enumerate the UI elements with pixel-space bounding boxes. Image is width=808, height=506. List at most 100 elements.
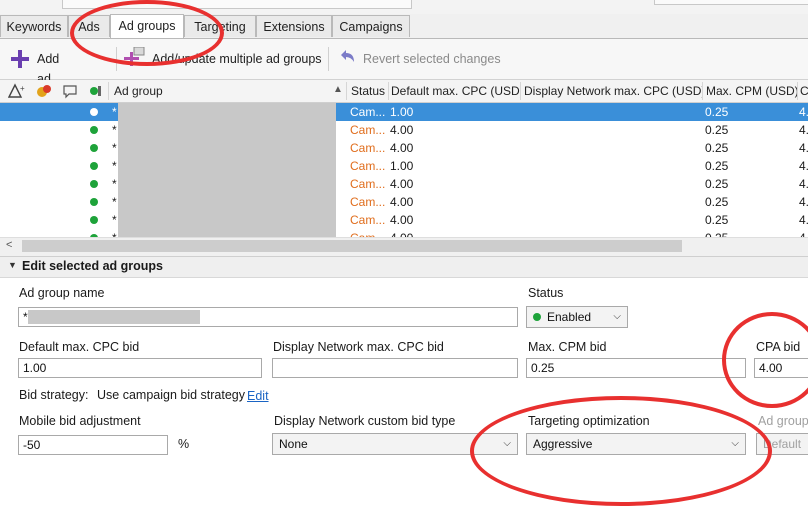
column-divider — [108, 82, 109, 100]
ad-group-name-cell: * — [112, 105, 117, 119]
status-cell: Cam... — [350, 213, 386, 227]
tab-ad-groups[interactable]: Ad groups — [110, 14, 184, 38]
default-cpc-cell: 4.00 — [390, 195, 414, 209]
status-dropdown-value: Enabled — [547, 310, 592, 324]
add-plus-icon — [11, 50, 29, 68]
error-sort-icon[interactable] — [36, 83, 52, 99]
status-cell: Cam... — [350, 195, 386, 209]
ad-group-name-cell: * — [112, 195, 117, 209]
undo-arrow-icon — [341, 50, 354, 62]
display-cpc-label: Display Network max. CPC bid — [273, 340, 444, 354]
default-cpc-cell: 1.00 — [390, 159, 414, 173]
scroll-left-icon[interactable]: < — [6, 239, 12, 251]
ad-group-partial-label: Ad group — [758, 414, 808, 428]
ad-group-name-cell: * — [112, 177, 117, 191]
targeting-optimization-label: Targeting optimization — [528, 414, 650, 428]
status-dot — [90, 144, 98, 152]
status-cell: Cam... — [350, 141, 386, 155]
sort-ascending-icon: ▲ — [333, 84, 343, 95]
default-cpc-label: Default max. CPC bid — [19, 340, 140, 354]
tab-targeting[interactable]: Targeting — [184, 15, 256, 37]
targeting-optimization-dropdown[interactable]: Aggressive ⌵ — [526, 433, 746, 455]
ad-group-name-cell: * — [112, 159, 117, 173]
display-custom-bid-value: None — [279, 437, 308, 451]
max-cpm-input[interactable]: 0.25 — [526, 358, 746, 378]
column-header-status[interactable]: Status — [351, 80, 389, 102]
status-cell: Cam... — [350, 123, 386, 137]
status-dropdown[interactable]: Enabled ⌵ — [526, 306, 628, 328]
enabled-dot-icon — [533, 313, 541, 321]
default-cpc-cell: 4.00 — [390, 141, 414, 155]
status-dot — [90, 162, 98, 170]
status-dot — [90, 126, 98, 134]
tab-keywords[interactable]: Keywords — [0, 15, 68, 37]
status-dot — [90, 108, 98, 116]
scrollbar-thumb[interactable] — [22, 240, 682, 252]
default-cpc-cell: 4.00 — [390, 229, 413, 237]
chevron-down-icon: ⌵ — [503, 438, 511, 449]
ad-group-name-cell: * — [112, 123, 117, 137]
svg-text:+: + — [20, 84, 25, 93]
chevron-down-icon: ⌵ — [731, 438, 739, 449]
warning-sort-icon[interactable]: + — [8, 83, 26, 99]
max-cpm-cell: 0.25 — [705, 195, 729, 209]
column-header-max-cpm[interactable]: Max. CPM (USD) — [706, 80, 798, 102]
column-header-overflow[interactable]: C — [800, 80, 808, 102]
max-cpm-value: 0.25 — [531, 361, 555, 375]
max-cpm-cell: 0.25 — [705, 141, 729, 155]
top-panel-box — [62, 0, 412, 9]
status-cell: Cam... — [350, 229, 385, 237]
default-cpc-cell: 1.00 — [390, 105, 414, 119]
ad-group-name-cell: * — [112, 229, 117, 237]
max-cpm-cell: 0.25 — [705, 177, 729, 191]
column-divider — [520, 82, 521, 100]
overflow-cell: 4. — [799, 105, 808, 119]
top-search-box[interactable] — [654, 0, 808, 5]
default-cpc-input[interactable]: 1.00 — [18, 358, 262, 378]
percent-sign: % — [178, 437, 190, 451]
overflow-cell: 4. — [799, 159, 808, 173]
comment-icon[interactable] — [62, 83, 78, 99]
overflow-cell: 4. — [799, 177, 808, 191]
column-divider — [702, 82, 703, 100]
tab-campaigns[interactable]: Campaigns — [332, 15, 410, 37]
max-cpm-cell: 0.25 — [705, 123, 729, 137]
column-header-display-cpc[interactable]: Display Network max. CPC (USD) — [524, 80, 702, 102]
ad-group-name-value: * — [23, 310, 28, 324]
bid-strategy-label: Bid strategy: — [19, 388, 89, 402]
revert-changes-label: Revert selected changes — [363, 52, 501, 66]
status-label: Status — [528, 286, 564, 300]
ad-group-partial-value: Default — [763, 437, 802, 451]
toolbar: Add ad group Add/update multiple ad grou… — [0, 39, 808, 106]
ad-group-partial-dropdown[interactable]: Default — [756, 433, 808, 455]
max-cpm-cell: 0.25 — [705, 213, 729, 227]
status-cell: Cam... — [350, 159, 386, 173]
status-cell: Cam... — [350, 105, 386, 119]
overflow-cell: 4. — [799, 195, 808, 209]
bulk-add-icon — [124, 47, 145, 66]
status-column-icon[interactable] — [88, 83, 104, 99]
column-header-default-cpc[interactable]: Default max. CPC (USD) — [391, 80, 521, 102]
default-cpc-cell: 4.00 — [390, 213, 414, 227]
collapse-triangle-icon[interactable]: ▼ — [8, 260, 17, 270]
bid-strategy-edit-link[interactable]: Edit — [247, 389, 269, 403]
display-cpc-input[interactable] — [272, 358, 518, 378]
cpa-bid-input[interactable]: 4.00 — [754, 358, 808, 378]
edit-panel-header[interactable]: ▼ Edit selected ad groups — [0, 256, 808, 278]
toolbar-divider — [328, 47, 329, 71]
display-custom-bid-dropdown[interactable]: None ⌵ — [272, 433, 518, 455]
column-divider — [797, 82, 798, 100]
redacted-ad-group-names — [118, 103, 336, 237]
tab-bar: Keywords Ads Ad groups Targeting Extensi… — [0, 14, 808, 39]
ad-group-name-label: Ad group name — [19, 286, 105, 300]
default-cpc-value: 1.00 — [23, 361, 47, 375]
tab-extensions[interactable]: Extensions — [256, 15, 332, 37]
mobile-bid-input[interactable]: -50 — [18, 435, 168, 455]
max-cpm-cell: 0.25 — [705, 159, 729, 173]
status-dot — [90, 198, 98, 206]
overflow-cell: 4. — [799, 141, 808, 155]
tab-ads[interactable]: Ads — [68, 15, 110, 37]
column-header-ad-group[interactable]: Ad group — [114, 80, 324, 102]
targeting-optimization-value: Aggressive — [533, 437, 593, 451]
overflow-cell: 4. — [799, 213, 808, 227]
